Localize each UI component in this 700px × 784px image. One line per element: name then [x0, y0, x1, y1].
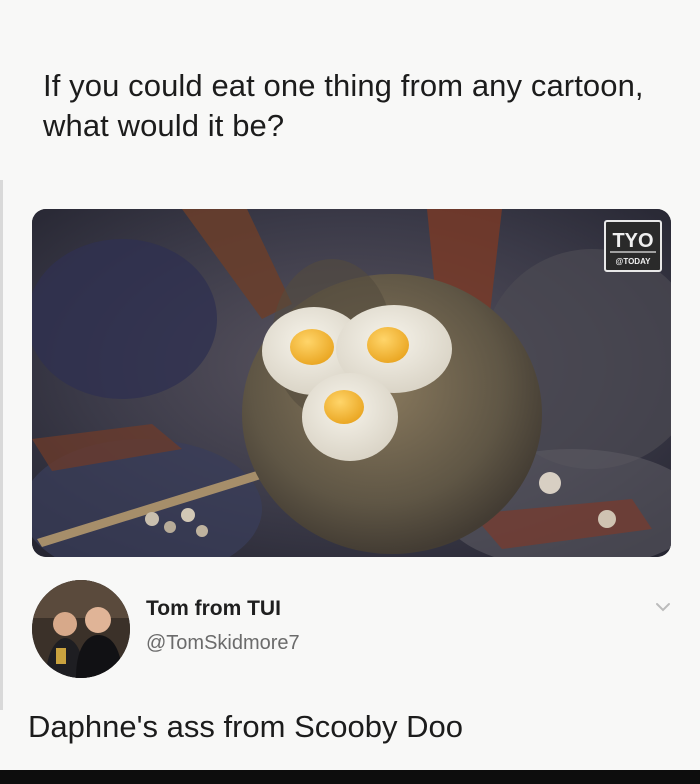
avatar-photo [32, 580, 130, 678]
reply-text: Daphne's ass from Scooby Doo [28, 709, 463, 744]
furby-eggs-image: TYO @TODAY [32, 209, 671, 557]
divider [0, 180, 3, 710]
post-image[interactable]: TYO @TODAY [32, 209, 671, 557]
reply-author-name[interactable]: Tom from TUI [146, 597, 281, 621]
watermark-top: TYO [612, 230, 653, 252]
tyo-logo: TYO @TODAY [604, 220, 662, 272]
chevron-down-icon[interactable] [653, 600, 673, 614]
post-screenshot: If you could eat one thing from any cart… [0, 0, 700, 784]
watermark-bottom: @TODAY [616, 257, 652, 266]
reply-author-row: Tom from TUI @TomSkidmore7 [32, 580, 672, 680]
reply-author-handle[interactable]: @TomSkidmore7 [146, 632, 300, 655]
avatar[interactable] [32, 580, 130, 678]
post-question: If you could eat one thing from any cart… [43, 68, 644, 143]
bottom-border [0, 770, 700, 784]
